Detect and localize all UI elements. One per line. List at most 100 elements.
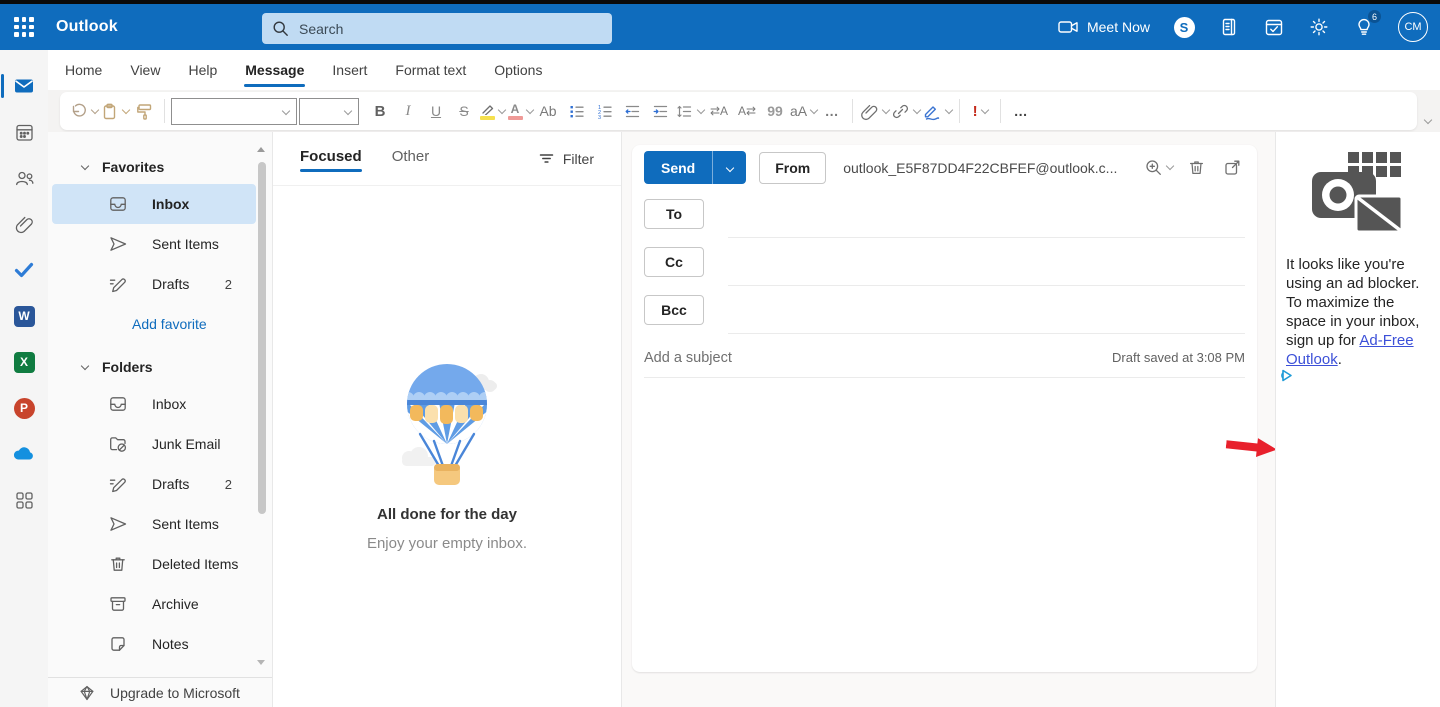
search-box[interactable] (262, 13, 612, 44)
rail-item-word[interactable]: W (0, 293, 48, 339)
quote-button[interactable]: 99 (762, 97, 788, 125)
sidebar-item-sent-items[interactable]: Sent Items (52, 504, 256, 544)
text-direction-rtl-button[interactable]: A⇄ (734, 97, 760, 125)
tips-button[interactable]: 6 (1353, 16, 1375, 38)
search-input[interactable] (299, 21, 579, 37)
account-avatar[interactable]: CM (1398, 12, 1428, 42)
increase-indent-button[interactable] (647, 97, 673, 125)
bullet-list-icon (567, 102, 586, 121)
font-name-select[interactable] (171, 98, 297, 125)
sidebar-item-deleted-items[interactable]: Deleted Items (52, 544, 256, 584)
subject-input[interactable] (644, 350, 1112, 366)
bcc-button[interactable]: Bcc (644, 295, 704, 325)
numbered-list-button[interactable]: 123 (591, 97, 617, 125)
skype-button[interactable]: S (1173, 16, 1195, 38)
more-formatting-button[interactable]: … (819, 97, 845, 125)
sidebar-item-drafts-favorite[interactable]: Drafts 2 (52, 264, 256, 304)
send-button[interactable]: Send (644, 151, 712, 184)
underline-button[interactable]: U (423, 97, 449, 125)
rail-item-powerpoint[interactable]: P (0, 385, 48, 431)
undo-button[interactable] (69, 97, 98, 125)
tab-options[interactable]: Options (480, 50, 556, 90)
paste-button[interactable] (100, 97, 129, 125)
filter-button[interactable]: Filter (538, 148, 594, 167)
discard-draft-button[interactable] (1183, 154, 1209, 182)
font-size-select[interactable] (299, 98, 359, 125)
sidebar-item-sent-favorite[interactable]: Sent Items (52, 224, 256, 264)
cc-input[interactable] (728, 248, 1245, 286)
settings-button[interactable] (1308, 16, 1330, 38)
compose-form: Send From outlook_E5F87DD4F22CBFEF@outlo… (632, 145, 1257, 672)
quote-icon: 99 (767, 103, 783, 119)
sidebar-scrollbar[interactable] (258, 162, 266, 514)
paste-icon (100, 102, 119, 121)
rail-item-attachments[interactable] (0, 201, 48, 247)
waffle-icon (14, 17, 34, 37)
clear-formatting-button[interactable]: Ab (535, 97, 561, 125)
rail-item-more-apps[interactable] (0, 477, 48, 523)
sidebar-item-inbox-favorite[interactable]: Inbox (52, 184, 256, 224)
rail-item-todo[interactable] (0, 247, 48, 293)
bcc-input[interactable] (728, 296, 1245, 334)
message-body-editor[interactable] (632, 378, 1257, 672)
adchoices-icon[interactable] (1279, 368, 1294, 388)
format-painter-button[interactable] (131, 97, 157, 125)
tab-format-text[interactable]: Format text (381, 50, 480, 90)
cc-button[interactable]: Cc (644, 247, 704, 277)
tab-help[interactable]: Help (174, 50, 231, 90)
from-button[interactable]: From (759, 152, 826, 184)
my-day-button[interactable] (1263, 16, 1285, 38)
sidebar-item-archive[interactable]: Archive (52, 584, 256, 624)
italic-button[interactable]: I (395, 97, 421, 125)
rail-item-calendar[interactable] (0, 109, 48, 155)
app-launcher-button[interactable] (0, 4, 48, 50)
font-color-button[interactable]: A (507, 97, 533, 125)
bcc-row: Bcc (632, 286, 1257, 334)
signature-button[interactable] (922, 97, 952, 125)
upgrade-footer[interactable]: Upgrade to Microsoft (48, 677, 272, 707)
tab-view[interactable]: View (116, 50, 174, 90)
collapse-ribbon-button[interactable] (1421, 110, 1431, 128)
open-in-new-window-button[interactable] (1219, 154, 1245, 182)
sidebar-scroll-up-arrow[interactable] (257, 147, 265, 152)
highlight-button[interactable] (479, 97, 505, 125)
add-favorite-link[interactable]: Add favorite (48, 304, 272, 344)
rail-item-people[interactable] (0, 155, 48, 201)
importance-button[interactable]: ! (967, 97, 993, 125)
to-button[interactable]: To (644, 199, 704, 229)
to-input[interactable] (728, 200, 1245, 238)
strikethrough-button[interactable]: S (451, 97, 477, 125)
sidebar-item-junk-email[interactable]: Junk Email (52, 424, 256, 464)
tab-focused[interactable]: Focused (300, 148, 362, 179)
rail-item-mail[interactable] (0, 63, 48, 109)
tab-home[interactable]: Home (51, 50, 116, 90)
sidebar-item-drafts[interactable]: Drafts 2 (52, 464, 256, 504)
send-options-dropdown[interactable] (712, 151, 746, 184)
italic-icon: I (406, 103, 411, 120)
sidebar-item-inbox[interactable]: Inbox (52, 384, 256, 424)
text-direction-ltr-button[interactable]: ⇄A (706, 97, 732, 125)
todo-check-icon (13, 259, 35, 281)
upgrade-label: Upgrade to Microsoft (110, 685, 240, 701)
change-case-button[interactable]: aA (790, 97, 817, 125)
folders-section-header[interactable]: Folders (48, 350, 272, 384)
more-commands-button[interactable]: … (1008, 97, 1034, 125)
zoom-control-button[interactable] (1144, 154, 1173, 182)
tab-other[interactable]: Other (392, 148, 430, 179)
sidebar-scroll-down-arrow[interactable] (257, 660, 265, 665)
ribbon-toolbar: B I U S A Ab (60, 92, 1417, 130)
rail-item-excel[interactable]: X (0, 339, 48, 385)
tab-insert[interactable]: Insert (318, 50, 381, 90)
decrease-indent-button[interactable] (619, 97, 645, 125)
bullet-list-button[interactable] (563, 97, 589, 125)
bold-button[interactable]: B (367, 97, 393, 125)
rail-item-onedrive[interactable] (0, 431, 48, 477)
favorites-section-header[interactable]: Favorites (48, 150, 272, 184)
tab-message[interactable]: Message (231, 50, 318, 90)
sidebar-item-notes[interactable]: Notes (52, 624, 256, 664)
insert-link-button[interactable] (891, 97, 920, 125)
line-spacing-button[interactable] (675, 97, 704, 125)
attach-file-button[interactable] (860, 97, 889, 125)
meet-now-button[interactable]: Meet Now (1058, 18, 1150, 36)
onenote-feed-button[interactable] (1218, 16, 1240, 38)
